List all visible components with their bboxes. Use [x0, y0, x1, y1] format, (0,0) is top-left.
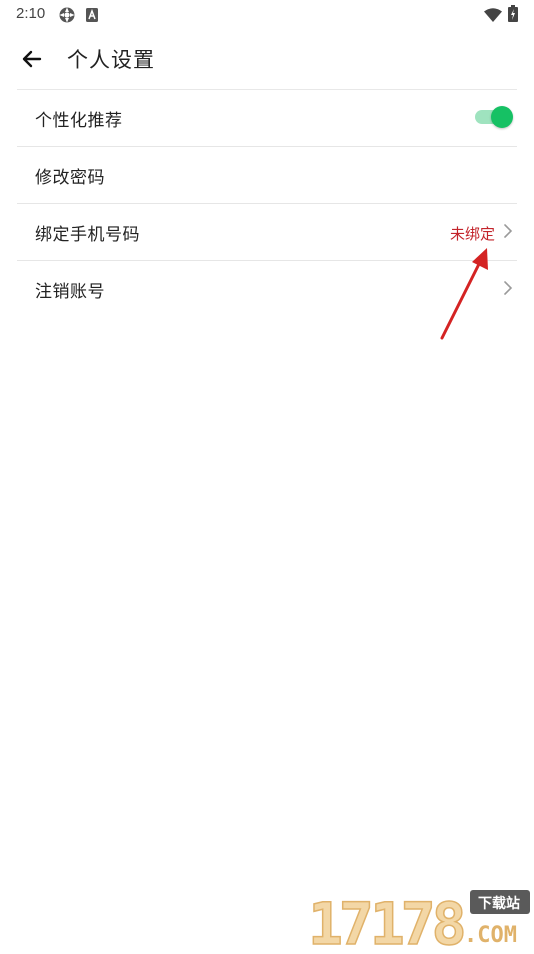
gear-icon [58, 6, 76, 28]
setting-row-personalized-recommendation[interactable]: 个性化推荐 [17, 90, 517, 147]
app-header: 个人设置 [0, 30, 534, 88]
battery-icon [508, 5, 518, 26]
toggle-thumb [491, 106, 513, 128]
a-badge-icon [86, 7, 98, 26]
setting-label: 修改密码 [35, 168, 105, 188]
setting-row-change-password[interactable]: 修改密码 [17, 147, 517, 204]
back-button[interactable] [16, 42, 50, 76]
svg-text:下载站: 下载站 [478, 895, 520, 912]
personalized-recommendation-toggle[interactable] [475, 105, 513, 129]
arrow-left-icon [16, 50, 50, 80]
annotation-arrow-icon [440, 248, 488, 340]
chevron-right-icon [501, 280, 515, 296]
setting-label: 个性化推荐 [35, 111, 123, 131]
setting-label: 绑定手机号码 [35, 225, 140, 245]
svg-text:.COM: .COM [464, 923, 517, 948]
page-title: 个人设置 [67, 48, 155, 72]
setting-label: 注销账号 [35, 282, 105, 302]
status-bar: 2:10 [0, 0, 534, 28]
chevron-right-icon [501, 223, 515, 239]
watermark-logo: 17178 下载站 .COM [304, 886, 534, 954]
status-time: 2:10 [16, 5, 46, 22]
svg-text:17178: 17178 [308, 890, 464, 950]
wifi-icon [484, 7, 502, 26]
